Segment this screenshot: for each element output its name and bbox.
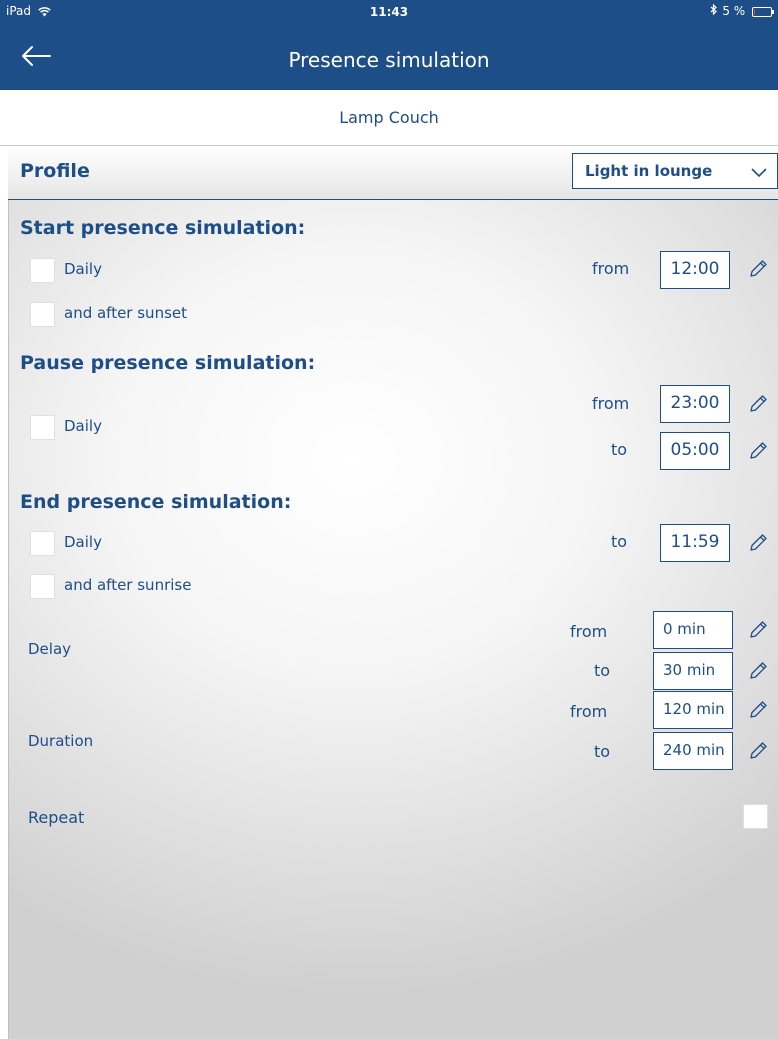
pencil-icon[interactable]: [747, 660, 769, 682]
pause-to-time[interactable]: 05:00: [660, 432, 730, 470]
pause-from-time[interactable]: 23:00: [660, 385, 730, 423]
duration-label: Duration: [28, 732, 94, 750]
end-sunrise-label: and after sunrise: [64, 576, 192, 594]
end-to-label: to: [611, 532, 628, 551]
pencil-icon[interactable]: [747, 440, 769, 462]
end-daily-checkbox[interactable]: [30, 531, 55, 556]
duration-to-value[interactable]: 240 min: [653, 732, 733, 770]
bluetooth-icon: [711, 3, 718, 16]
pause-to-label: to: [611, 440, 628, 459]
start-sunset-label: and after sunset: [64, 304, 187, 322]
pencil-icon[interactable]: [747, 393, 769, 415]
start-heading: Start presence simulation:: [20, 217, 306, 239]
pause-from-label: from: [592, 394, 630, 413]
duration-from-label: from: [570, 702, 608, 721]
page-title: Presence simulation: [288, 48, 490, 72]
duration-from-value[interactable]: 120 min: [653, 691, 733, 729]
end-sunrise-checkbox[interactable]: [30, 574, 55, 599]
chevron-down-icon: [751, 163, 767, 182]
settings-panel: Profile Light in lounge Start presence s…: [8, 146, 778, 1039]
delay-from-label: from: [570, 622, 608, 641]
start-from-time[interactable]: 12:00: [660, 251, 730, 289]
start-daily-checkbox[interactable]: [30, 258, 55, 283]
top-bar: iPad 11:43 5 % Presence simulation: [0, 0, 778, 90]
status-time: 11:43: [369, 5, 409, 19]
repeat-label: Repeat: [28, 808, 85, 827]
battery-icon: [752, 6, 774, 17]
start-from-label: from: [592, 259, 630, 278]
app: iPad 11:43 5 % Presence simulation Lamp …: [0, 0, 778, 1039]
profile-label: Profile: [20, 160, 90, 182]
device-header: Lamp Couch: [0, 90, 778, 146]
delay-to-value[interactable]: 30 min: [653, 652, 733, 690]
end-daily-label: Daily: [64, 533, 102, 551]
status-bar-right: 5 %: [710, 3, 774, 18]
start-sunset-checkbox[interactable]: [30, 302, 55, 327]
pencil-icon[interactable]: [747, 258, 769, 280]
pencil-icon[interactable]: [747, 619, 769, 641]
pause-heading: Pause presence simulation:: [20, 352, 316, 374]
pencil-icon[interactable]: [747, 740, 769, 762]
delay-to-label: to: [594, 661, 611, 680]
pause-daily-label: Daily: [64, 417, 102, 435]
delay-from-value[interactable]: 0 min: [653, 611, 733, 649]
duration-to-label: to: [594, 742, 611, 761]
pencil-icon[interactable]: [747, 699, 769, 721]
end-to-time[interactable]: 11:59: [660, 524, 730, 562]
profile-row: Profile Light in lounge: [8, 146, 778, 200]
battery-percent: 5 %: [722, 4, 746, 18]
delay-label: Delay: [28, 640, 72, 658]
device-name: Lamp Couch: [339, 108, 439, 127]
start-daily-label: Daily: [64, 260, 102, 278]
pause-daily-checkbox[interactable]: [30, 415, 55, 440]
end-heading: End presence simulation:: [20, 491, 292, 513]
repeat-checkbox[interactable]: [743, 804, 768, 829]
profile-select-value: Light in lounge: [585, 162, 713, 180]
pencil-icon[interactable]: [747, 532, 769, 554]
profile-select[interactable]: Light in lounge: [572, 153, 778, 189]
